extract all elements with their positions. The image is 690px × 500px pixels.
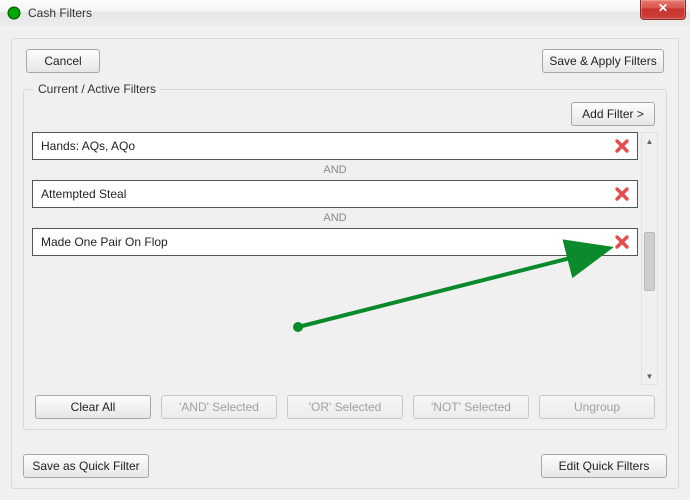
not-selected-label: 'NOT' Selected	[431, 400, 511, 414]
ungroup-label: Ungroup	[574, 400, 620, 414]
filter-row[interactable]: Made One Pair On Flop	[32, 228, 638, 256]
active-filters-fieldset: Current / Active Filters Add Filter > Ha…	[23, 89, 667, 430]
not-selected-button: 'NOT' Selected	[413, 395, 529, 419]
and-selected-label: 'AND' Selected	[179, 400, 259, 414]
filter-row[interactable]: Attempted Steal	[32, 180, 638, 208]
bottom-button-row: Save as Quick Filter Edit Quick Filters	[23, 454, 667, 478]
or-selected-label: 'OR' Selected	[309, 400, 382, 414]
remove-filter-button[interactable]	[613, 137, 631, 155]
and-separator: AND	[32, 160, 638, 180]
save-apply-button[interactable]: Save & Apply Filters	[542, 49, 664, 73]
close-icon: ✕	[658, 1, 668, 15]
panel: Cancel Save & Apply Filters Current / Ac…	[11, 38, 679, 489]
edit-quick-filters-label: Edit Quick Filters	[559, 459, 650, 473]
title-bar: Cash Filters ✕	[0, 0, 690, 27]
logic-button-row: Clear All 'AND' Selected 'OR' Selected '…	[35, 395, 655, 419]
save-as-quick-filter-button[interactable]: Save as Quick Filter	[23, 454, 149, 478]
and-selected-button: 'AND' Selected	[161, 395, 277, 419]
clear-all-button[interactable]: Clear All	[35, 395, 151, 419]
cancel-button-label: Cancel	[44, 54, 81, 68]
fieldset-legend: Current / Active Filters	[34, 82, 160, 96]
scroll-track[interactable]	[642, 149, 657, 368]
save-as-quick-filter-label: Save as Quick Filter	[32, 459, 139, 473]
client-area: Cancel Save & Apply Filters Current / Ac…	[0, 26, 690, 500]
scroll-down-icon[interactable]: ▼	[642, 368, 657, 384]
add-filter-button-label: Add Filter >	[582, 107, 644, 121]
window-close-button[interactable]: ✕	[640, 0, 686, 20]
scroll-up-icon[interactable]: ▲	[642, 133, 657, 149]
save-apply-button-label: Save & Apply Filters	[549, 54, 656, 68]
and-separator: AND	[32, 208, 638, 228]
remove-filter-button[interactable]	[613, 233, 631, 251]
edit-quick-filters-button[interactable]: Edit Quick Filters	[541, 454, 667, 478]
filter-row-label: Hands: AQs, AQo	[41, 139, 135, 153]
filter-area: Hands: AQs, AQo AND Attempted Steal	[32, 132, 658, 385]
cancel-button[interactable]: Cancel	[26, 49, 100, 73]
add-filter-button[interactable]: Add Filter >	[571, 102, 655, 126]
or-selected-button: 'OR' Selected	[287, 395, 403, 419]
filter-row-label: Attempted Steal	[41, 187, 126, 201]
clear-all-label: Clear All	[71, 400, 116, 414]
window-title: Cash Filters	[28, 6, 92, 20]
scrollbar[interactable]: ▲ ▼	[641, 132, 658, 385]
filter-row[interactable]: Hands: AQs, AQo	[32, 132, 638, 160]
close-x-icon	[613, 185, 631, 203]
filter-list: Hands: AQs, AQo AND Attempted Steal	[32, 132, 638, 385]
close-x-icon	[613, 137, 631, 155]
close-x-icon	[613, 233, 631, 251]
app-icon	[6, 5, 22, 21]
filter-row-label: Made One Pair On Flop	[41, 235, 168, 249]
scroll-thumb[interactable]	[644, 232, 655, 291]
remove-filter-button[interactable]	[613, 185, 631, 203]
ungroup-button: Ungroup	[539, 395, 655, 419]
